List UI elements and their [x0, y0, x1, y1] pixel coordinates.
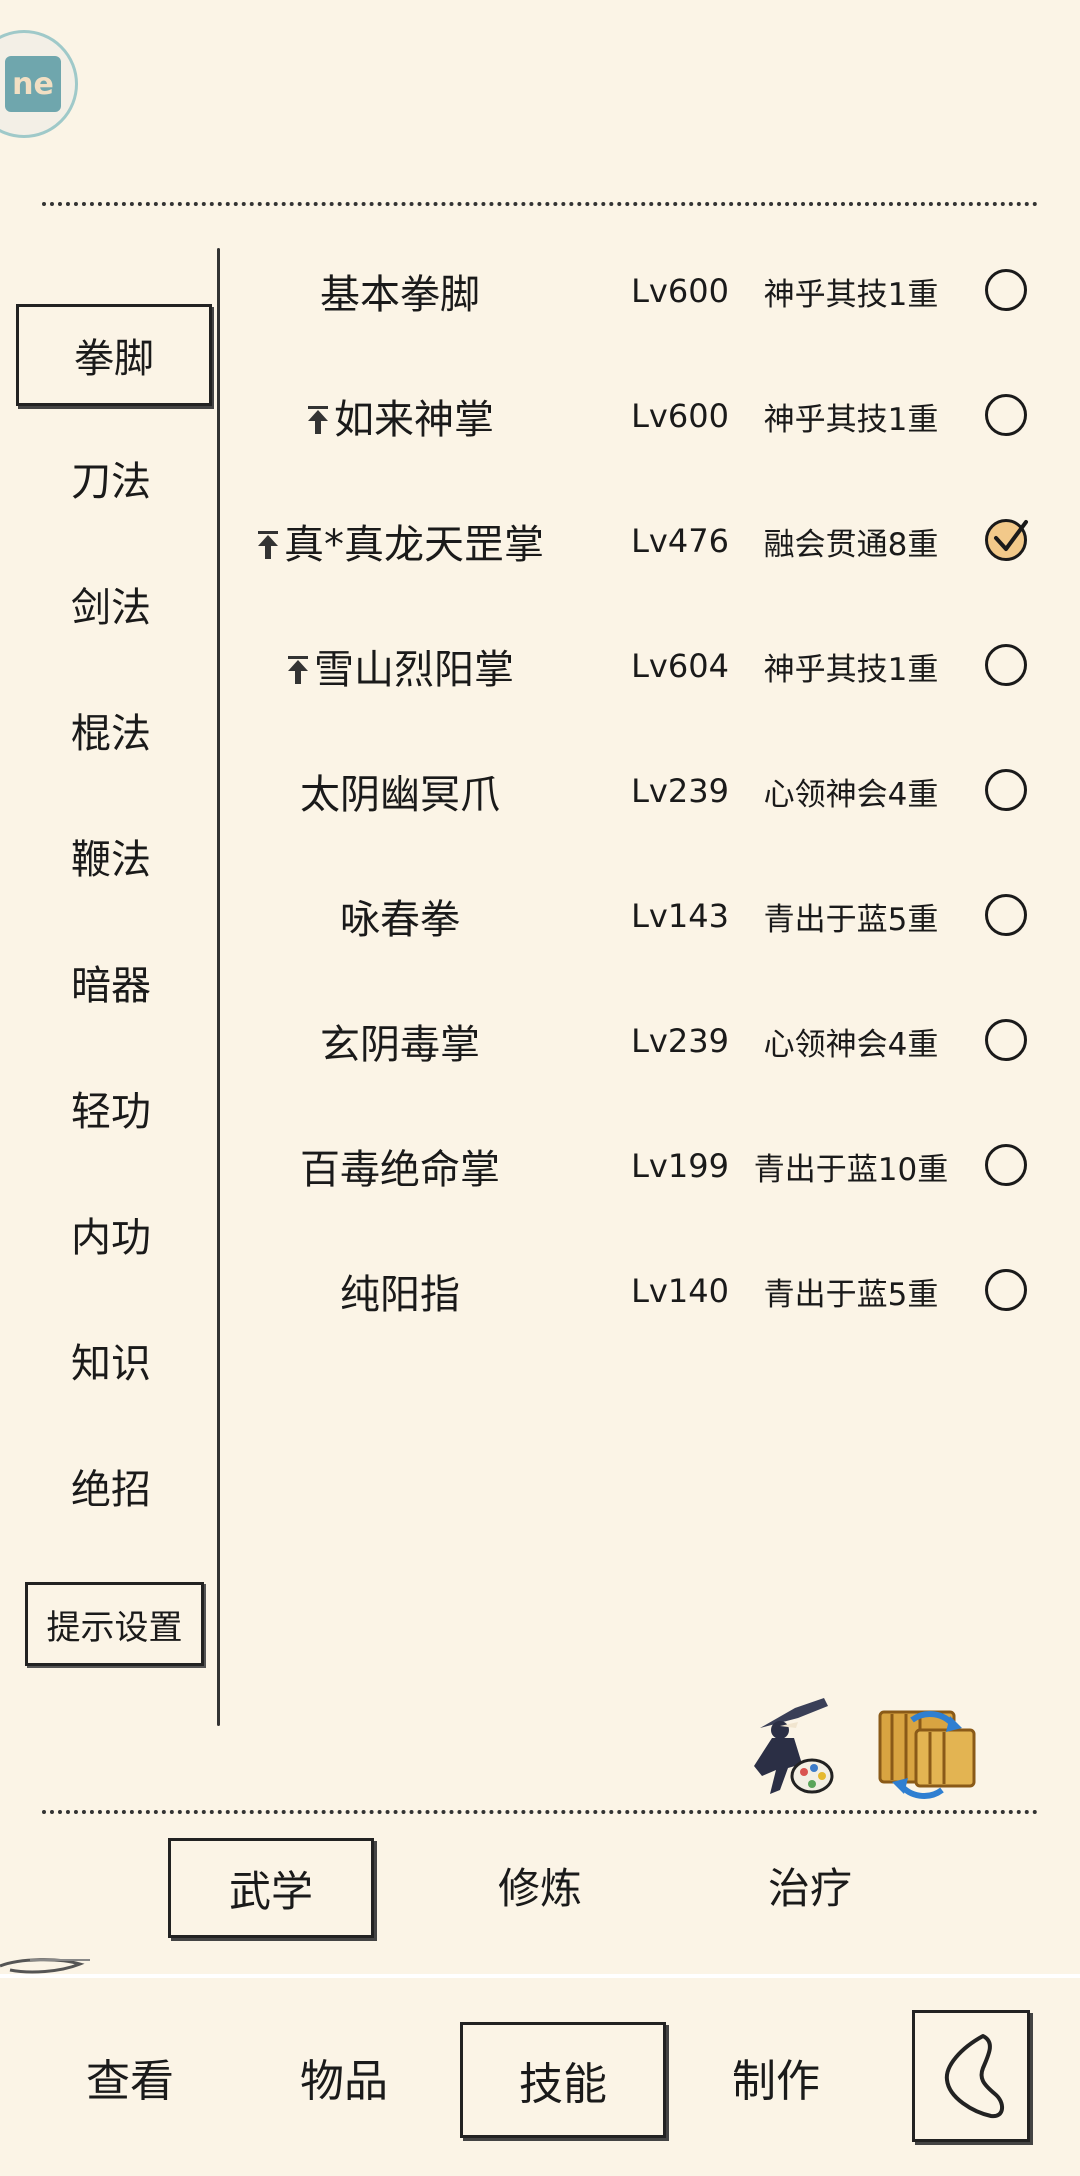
skill-name-text: 如来神掌: [334, 397, 494, 443]
skill-name: 如来神掌: [230, 361, 570, 471]
skill-name-text: 纯阳指: [340, 1272, 460, 1318]
skill-radio[interactable]: [985, 769, 1027, 811]
up-arrow-icon: [308, 406, 328, 434]
skill-rank: 心领神会4重: [763, 1026, 939, 1063]
category-zhishi[interactable]: 知识: [16, 1312, 206, 1408]
skill-row[interactable]: 如来神掌 Lv600 神乎其技1重: [230, 361, 1050, 471]
nav-zhizuo[interactable]: 制作: [676, 2022, 876, 2132]
skill-row[interactable]: 基本拳脚 Lv600 神乎其技1重: [230, 236, 1050, 346]
skill-rank: 神乎其技1重: [763, 401, 939, 438]
scroll-swap-icon[interactable]: [872, 1700, 982, 1800]
hint-settings-button[interactable]: 提示设置: [25, 1582, 204, 1666]
skill-radio[interactable]: [985, 1144, 1027, 1186]
skill-row[interactable]: 玄阴毒掌 Lv239 心领神会4重: [230, 986, 1050, 1096]
skill-rank: 青出于蓝5重: [763, 901, 939, 938]
skill-name-text: 百毒绝命掌: [300, 1147, 500, 1193]
skill-rank: 神乎其技1重: [763, 651, 939, 688]
skill-radio[interactable]: [985, 1269, 1027, 1311]
category-gunfa[interactable]: 棍法: [16, 682, 206, 778]
up-arrow-icon: [258, 531, 278, 559]
skill-rank: 心领神会4重: [763, 776, 939, 813]
skill-rank: 神乎其技1重: [763, 276, 939, 313]
skill-name: 真*真龙天罡掌: [230, 486, 570, 596]
skill-name: 咏春拳: [230, 861, 570, 971]
skill-name: 太阴幽冥爪: [230, 736, 570, 846]
skill-row[interactable]: 咏春拳 Lv143 青出于蓝5重: [230, 861, 1050, 971]
skill-name: 百毒绝命掌: [230, 1111, 570, 1221]
back-icon: [944, 2034, 1004, 2119]
category-juezhao[interactable]: 绝招: [16, 1438, 206, 1534]
skill-radio[interactable]: [985, 644, 1027, 686]
skill-radio[interactable]: [985, 269, 1027, 311]
skill-name: 基本拳脚: [230, 236, 570, 346]
skill-rank: 青出于蓝10重: [753, 1151, 949, 1188]
category-anqi[interactable]: 暗器: [16, 934, 206, 1030]
tab-wuxue[interactable]: 武学: [168, 1838, 374, 1938]
category-sidebar: 拳脚 刀法 剑法 棍法 鞭法 暗器 轻功 内功 知识 绝招: [0, 250, 220, 1730]
skill-row[interactable]: 雪山烈阳掌 Lv604 神乎其技1重: [230, 611, 1050, 721]
skill-name: 玄阴毒掌: [230, 986, 570, 1096]
skill-radio-checked[interactable]: [985, 519, 1028, 561]
skill-radio[interactable]: [985, 394, 1027, 436]
category-jianfa[interactable]: 剑法: [16, 556, 206, 652]
tab-xiulian[interactable]: 修炼: [440, 1838, 640, 1932]
nav-jineng[interactable]: 技能: [460, 2022, 666, 2138]
bottom-divider: [42, 1810, 1038, 1814]
nav-wupin[interactable]: 物品: [244, 2022, 444, 2132]
skill-row[interactable]: 真*真龙天罡掌 Lv476 融会贯通8重: [230, 486, 1050, 596]
skill-name-text: 基本拳脚: [320, 272, 480, 318]
skill-name: 雪山烈阳掌: [230, 611, 570, 721]
skill-name: 纯阳指: [230, 1236, 570, 1346]
top-divider: [42, 202, 1038, 206]
skill-radio[interactable]: [985, 1019, 1027, 1061]
back-button[interactable]: [912, 2010, 1030, 2142]
skill-name-text: 玄阴毒掌: [320, 1022, 480, 1068]
logo-text: ne: [5, 56, 61, 112]
skill-name-text: 雪山烈阳掌: [314, 647, 514, 693]
category-qinggong[interactable]: 轻功: [16, 1060, 206, 1156]
brush-stroke-divider: [0, 1958, 1080, 1978]
skill-radio[interactable]: [985, 894, 1027, 936]
nav-chakan[interactable]: 查看: [30, 2022, 230, 2132]
category-daofa[interactable]: 刀法: [16, 430, 206, 526]
category-neigong[interactable]: 内功: [16, 1186, 206, 1282]
skill-name-text: 真*真龙天罡掌: [284, 522, 544, 568]
check-icon: [994, 520, 1028, 551]
ninja-costume-icon[interactable]: [740, 1690, 840, 1800]
tab-zhiliao[interactable]: 治疗: [710, 1838, 910, 1932]
sidebar-divider: [217, 248, 220, 1726]
up-arrow-icon: [288, 656, 308, 684]
skill-row[interactable]: 百毒绝命掌 Lv199 青出于蓝10重: [230, 1111, 1050, 1221]
skill-row[interactable]: 太阴幽冥爪 Lv239 心领神会4重: [230, 736, 1050, 846]
skill-row[interactable]: 纯阳指 Lv140 青出于蓝5重: [230, 1236, 1050, 1346]
skill-rank: 青出于蓝5重: [763, 1276, 939, 1313]
skill-rank: 融会贯通8重: [763, 526, 939, 563]
skill-name-text: 太阴幽冥爪: [300, 772, 500, 818]
skill-name-text: 咏春拳: [340, 897, 460, 943]
category-bianfa[interactable]: 鞭法: [16, 808, 206, 904]
app-logo-icon[interactable]: ne: [0, 30, 78, 138]
category-quanjiao[interactable]: 拳脚: [16, 304, 212, 406]
